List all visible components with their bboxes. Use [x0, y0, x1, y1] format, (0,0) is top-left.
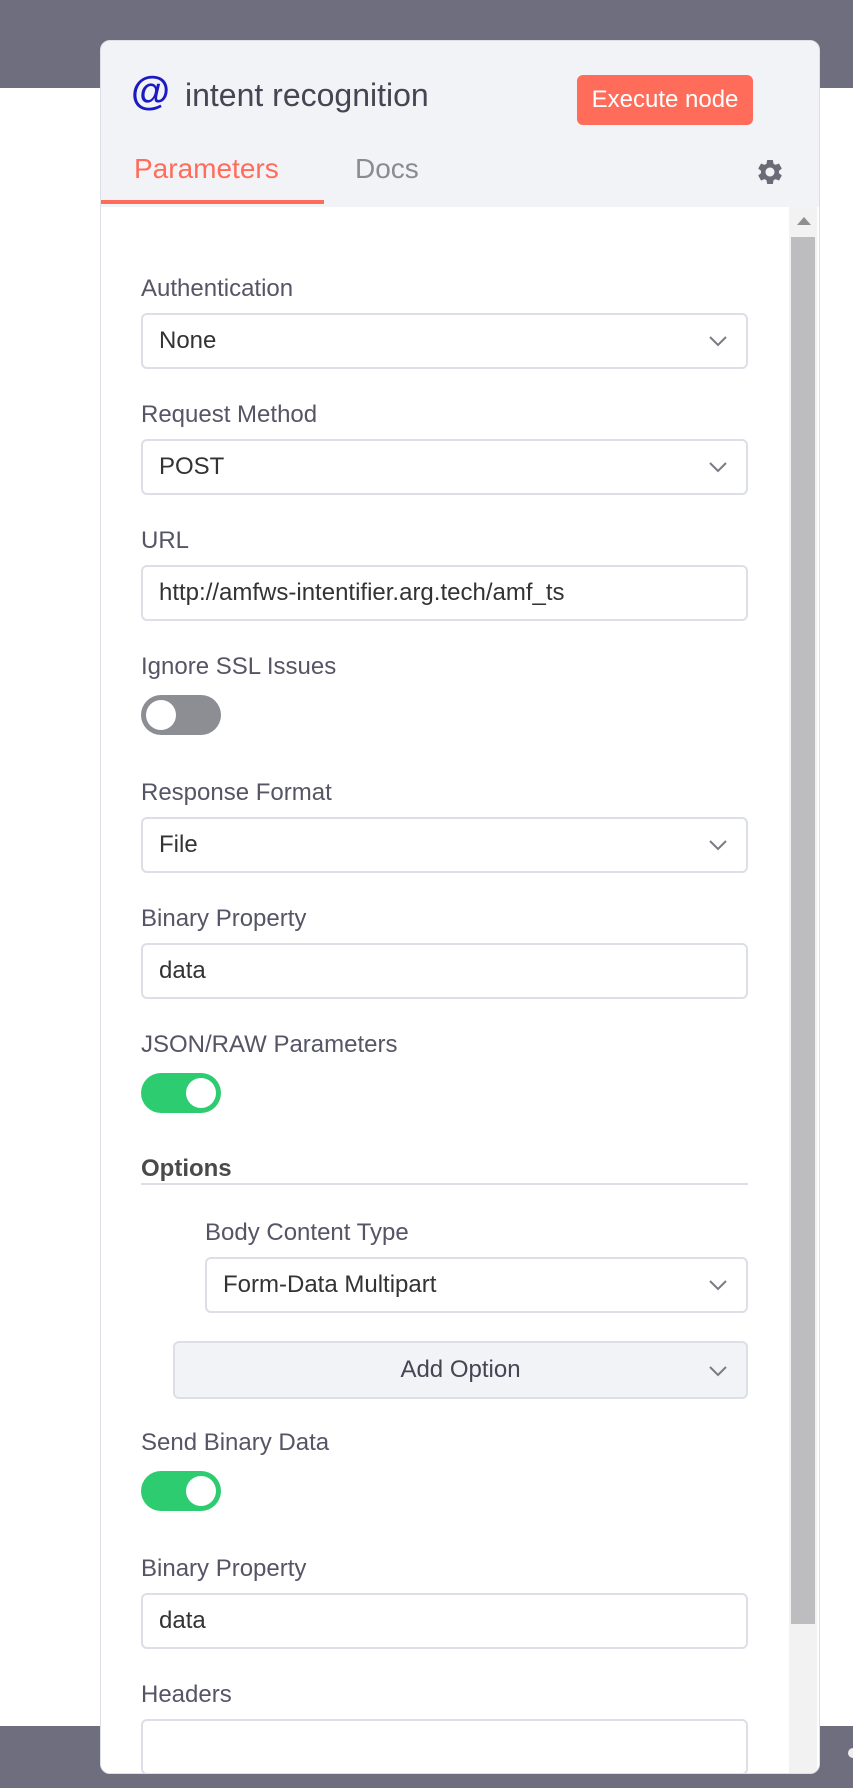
send-binary-label: Send Binary Data	[141, 1429, 330, 1456]
scroll-up-arrow-icon[interactable]	[797, 217, 811, 225]
body-content-type-select[interactable]: Form-Data Multipart	[205, 1257, 748, 1313]
parameters-content: Authentication None Request Method POST …	[101, 207, 819, 1773]
request-method-label: Request Method	[141, 401, 318, 428]
toggle-knob	[186, 1476, 216, 1506]
binary-property-2-value: data	[159, 1607, 206, 1634]
response-format-value: File	[159, 831, 198, 858]
chevron-down-icon	[709, 840, 727, 851]
options-title: Options	[141, 1155, 232, 1182]
canvas-edge-marker	[848, 1748, 853, 1758]
chevron-down-icon	[709, 1366, 727, 1377]
active-tab-indicator	[101, 200, 324, 204]
request-method-select[interactable]: POST	[141, 439, 748, 495]
binary-property-value: data	[159, 957, 206, 984]
url-value: http://amfws-intentifier.arg.tech/amf_ts	[159, 579, 565, 606]
chevron-down-icon	[709, 462, 727, 473]
ignore-ssl-toggle[interactable]	[141, 695, 221, 735]
authentication-label: Authentication	[141, 275, 294, 302]
add-option-label: Add Option	[400, 1356, 521, 1383]
toggle-knob	[146, 700, 176, 730]
execute-node-button[interactable]: Execute node	[577, 75, 753, 125]
json-raw-toggle[interactable]	[141, 1073, 221, 1113]
tab-parameters[interactable]: Parameters	[134, 153, 279, 185]
headers-input[interactable]	[141, 1719, 748, 1773]
scrollbar-thumb[interactable]	[791, 237, 815, 1624]
add-option-button[interactable]: Add Option	[173, 1341, 748, 1399]
options-divider	[141, 1183, 748, 1185]
json-raw-label: JSON/RAW Parameters	[141, 1031, 398, 1058]
request-method-value: POST	[159, 453, 225, 480]
binary-property-2-label: Binary Property	[141, 1555, 307, 1582]
chevron-down-icon	[709, 1280, 727, 1291]
panel-header: @ intent recognition Execute node Parame…	[101, 41, 819, 206]
url-label: URL	[141, 527, 190, 554]
node-title[interactable]: intent recognition	[185, 77, 429, 114]
gear-icon[interactable]	[755, 157, 785, 187]
node-settings-panel: @ intent recognition Execute node Parame…	[100, 40, 820, 1774]
chevron-down-icon	[709, 336, 727, 347]
ignore-ssl-label: Ignore SSL Issues	[141, 653, 337, 680]
url-input[interactable]: http://amfws-intentifier.arg.tech/amf_ts	[141, 565, 748, 621]
binary-property-2-input[interactable]: data	[141, 1593, 748, 1649]
at-icon: @	[131, 69, 171, 113]
tab-docs[interactable]: Docs	[355, 153, 419, 185]
binary-property-label: Binary Property	[141, 905, 307, 932]
response-format-label: Response Format	[141, 779, 332, 806]
headers-label: Headers	[141, 1681, 232, 1708]
toggle-knob	[186, 1078, 216, 1108]
body-content-type-label: Body Content Type	[205, 1219, 409, 1246]
authentication-value: None	[159, 327, 217, 354]
authentication-select[interactable]: None	[141, 313, 748, 369]
binary-property-input[interactable]: data	[141, 943, 748, 999]
body-content-type-value: Form-Data Multipart	[223, 1271, 437, 1298]
response-format-select[interactable]: File	[141, 817, 748, 873]
send-binary-toggle[interactable]	[141, 1471, 221, 1511]
